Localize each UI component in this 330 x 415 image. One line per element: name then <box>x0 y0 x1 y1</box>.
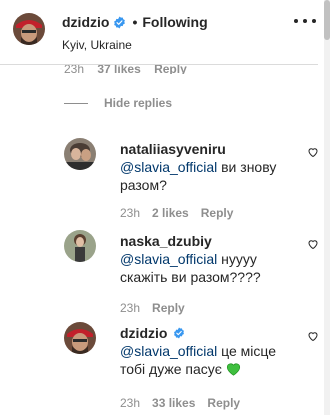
commenter-username[interactable]: nataliiasyveniru <box>120 141 226 157</box>
mention-link[interactable]: @slavia_official <box>120 159 217 175</box>
mention-link[interactable]: @slavia_official <box>120 343 217 359</box>
reply-text: nataliiasyveniru @slavia_official ви зно… <box>120 140 290 194</box>
reply-button[interactable]: Reply <box>207 396 240 410</box>
comment-likes[interactable]: 33 likes <box>152 396 195 410</box>
post-header: dzidzio • Following Kyiv, Ukraine <box>0 0 330 64</box>
comment-likes[interactable]: 37 likes <box>97 65 140 74</box>
reply-button[interactable]: Reply <box>154 65 187 74</box>
commenter-username[interactable]: naska_dzubiy <box>120 233 212 249</box>
heart-outline-icon[interactable] <box>307 238 319 250</box>
reply-text: naska_dzubiy @slavia_official нуууу скаж… <box>120 232 290 286</box>
scrollbar-thumb[interactable] <box>324 0 330 40</box>
comment-time[interactable]: 23h <box>64 65 84 74</box>
green-heart-emoji <box>226 363 240 376</box>
comment-time[interactable]: 23h <box>120 396 140 410</box>
hide-replies-line <box>64 102 88 104</box>
previous-comment-meta: 23h 37 likes Reply <box>64 65 197 74</box>
reply-comment: naska_dzubiy @slavia_official нуууу скаж… <box>64 230 319 315</box>
reply-meta: 23h Reply <box>120 301 197 315</box>
comment-likes[interactable]: 2 likes <box>152 206 189 220</box>
author-row: dzidzio • Following <box>62 13 208 31</box>
more-options-icon[interactable] <box>294 17 316 25</box>
separator-dot: • <box>132 14 138 30</box>
commenter-avatar[interactable] <box>64 230 96 262</box>
author-username[interactable]: dzidzio <box>62 14 109 30</box>
comment-time[interactable]: 23h <box>120 301 140 315</box>
hide-replies-button[interactable]: Hide replies <box>64 96 172 110</box>
reply-comment: dzidzio @slavia_official це місце тобі д… <box>64 322 319 412</box>
hide-replies-label: Hide replies <box>104 96 173 110</box>
post-location[interactable]: Kyiv, Ukraine <box>62 38 132 52</box>
commenter-avatar[interactable] <box>64 138 96 170</box>
following-button[interactable]: Following <box>142 14 207 30</box>
reply-meta: 23h 2 likes Reply <box>120 206 245 220</box>
reply-comment: nataliiasyveniru @slavia_official ви зно… <box>64 138 319 220</box>
heart-outline-icon[interactable] <box>307 330 319 342</box>
reply-text: dzidzio @slavia_official це місце тобі д… <box>120 324 290 378</box>
comment-time[interactable]: 23h <box>120 206 140 220</box>
reply-button[interactable]: Reply <box>152 301 185 315</box>
verified-badge-icon <box>174 327 185 339</box>
reply-button[interactable]: Reply <box>201 206 234 220</box>
commenter-avatar[interactable] <box>64 322 96 354</box>
heart-outline-icon[interactable] <box>307 146 319 158</box>
scrollbar-track[interactable] <box>324 0 330 415</box>
mention-link[interactable]: @slavia_official <box>120 251 217 267</box>
commenter-username[interactable]: dzidzio <box>120 325 167 341</box>
reply-meta: 23h 33 likes Reply <box>120 396 252 410</box>
verified-badge-icon <box>114 16 126 28</box>
header-divider <box>0 64 318 65</box>
author-avatar[interactable] <box>13 13 45 45</box>
